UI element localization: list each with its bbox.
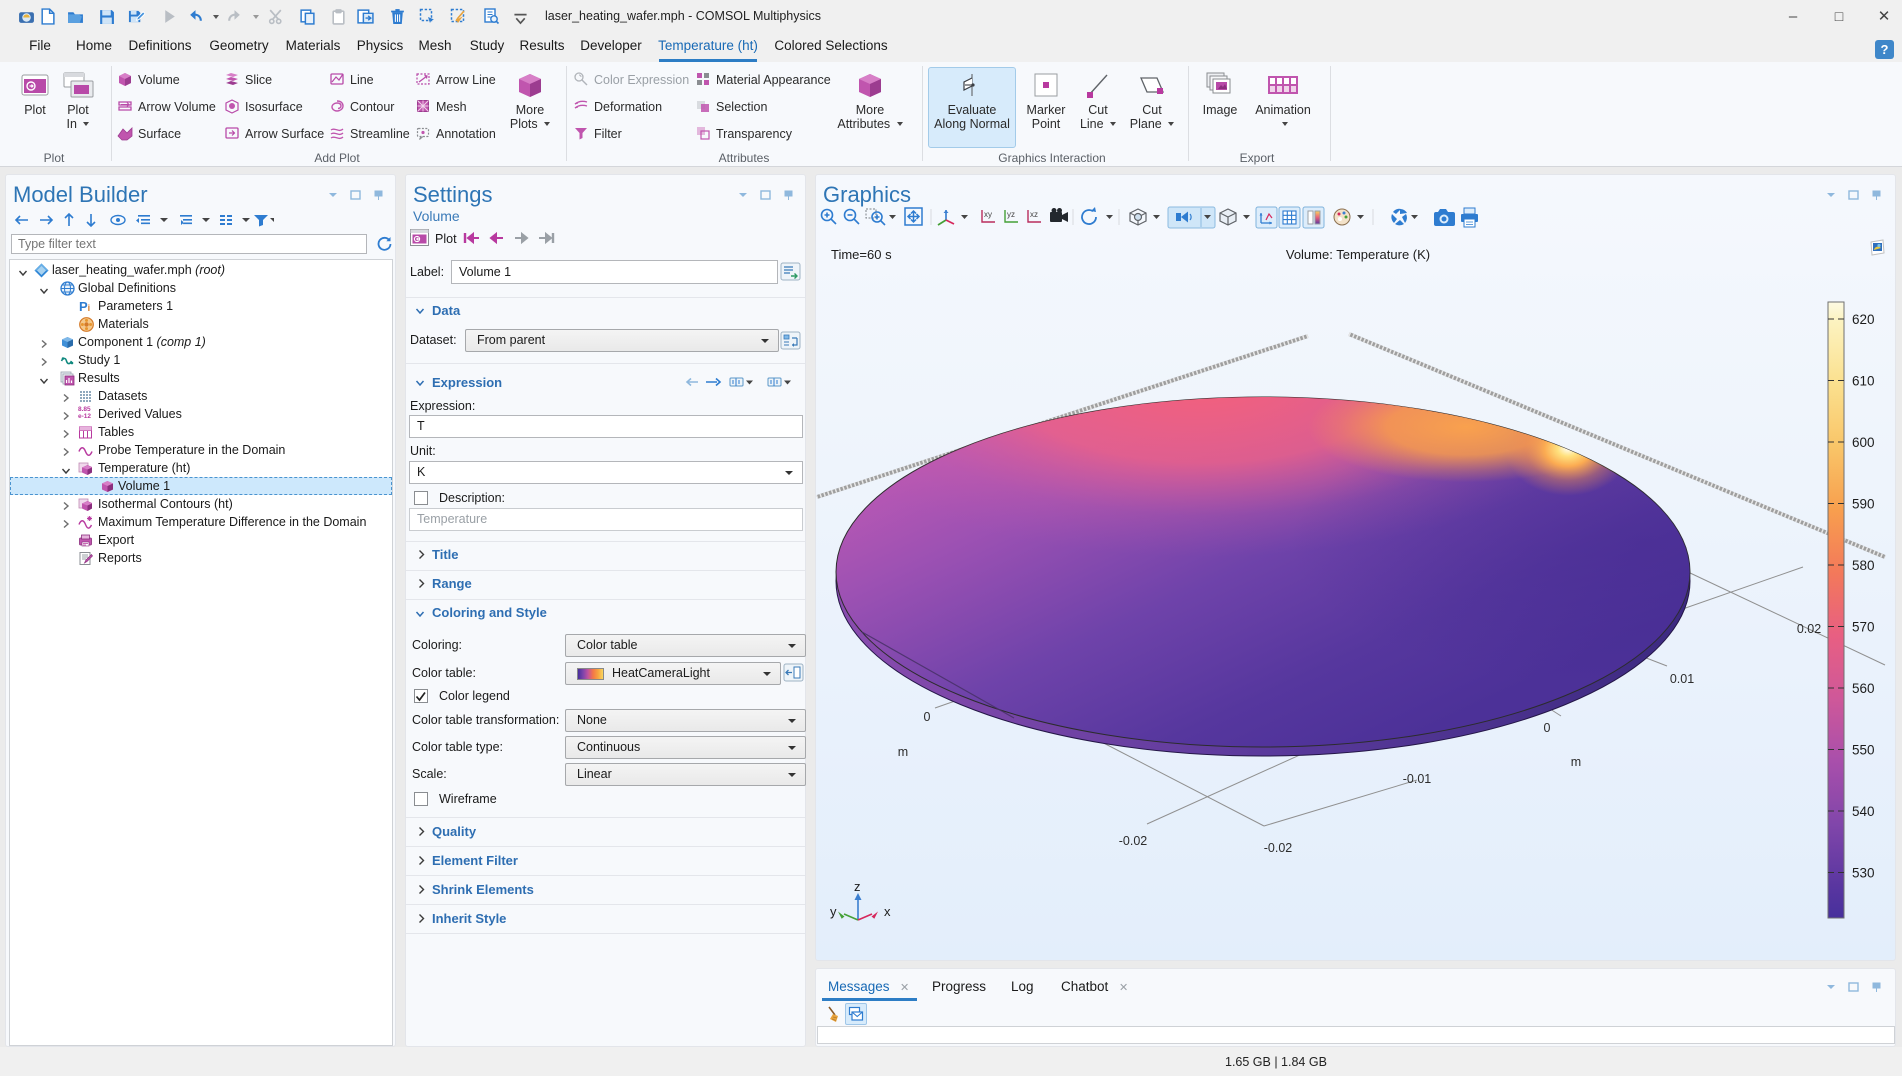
svg-text:yz: yz [1007,210,1015,219]
svg-text:-0.02: -0.02 [1264,841,1293,855]
svg-text:540: 540 [1852,804,1875,819]
svg-text:580: 580 [1852,558,1875,573]
svg-text:m: m [898,745,908,759]
svg-text:-0.01: -0.01 [1403,772,1432,786]
svg-text:-0.02: -0.02 [1119,834,1148,848]
svg-text:m: m [1571,755,1581,769]
svg-text:xz: xz [1030,210,1038,219]
svg-text:0: 0 [924,710,931,724]
svg-text:530: 530 [1852,866,1875,881]
svg-text:0.02: 0.02 [1797,622,1821,636]
svg-text:610: 610 [1852,374,1875,389]
svg-text:0.01: 0.01 [1670,672,1694,686]
svg-text:600: 600 [1852,435,1875,450]
svg-text:620: 620 [1852,312,1875,327]
svg-text:0: 0 [1544,721,1551,735]
svg-text:x: x [884,904,891,919]
svg-text:xy: xy [984,210,992,219]
svg-text:Volume: Temperature (K): Volume: Temperature (K) [1286,247,1430,262]
svg-text:570: 570 [1852,620,1875,635]
svg-text:550: 550 [1852,743,1875,758]
svg-text:z: z [854,879,861,894]
svg-text:560: 560 [1852,681,1875,696]
svg-text:y: y [830,904,837,919]
svg-text:Time=60 s: Time=60 s [831,247,892,262]
svg-text:590: 590 [1852,497,1875,512]
